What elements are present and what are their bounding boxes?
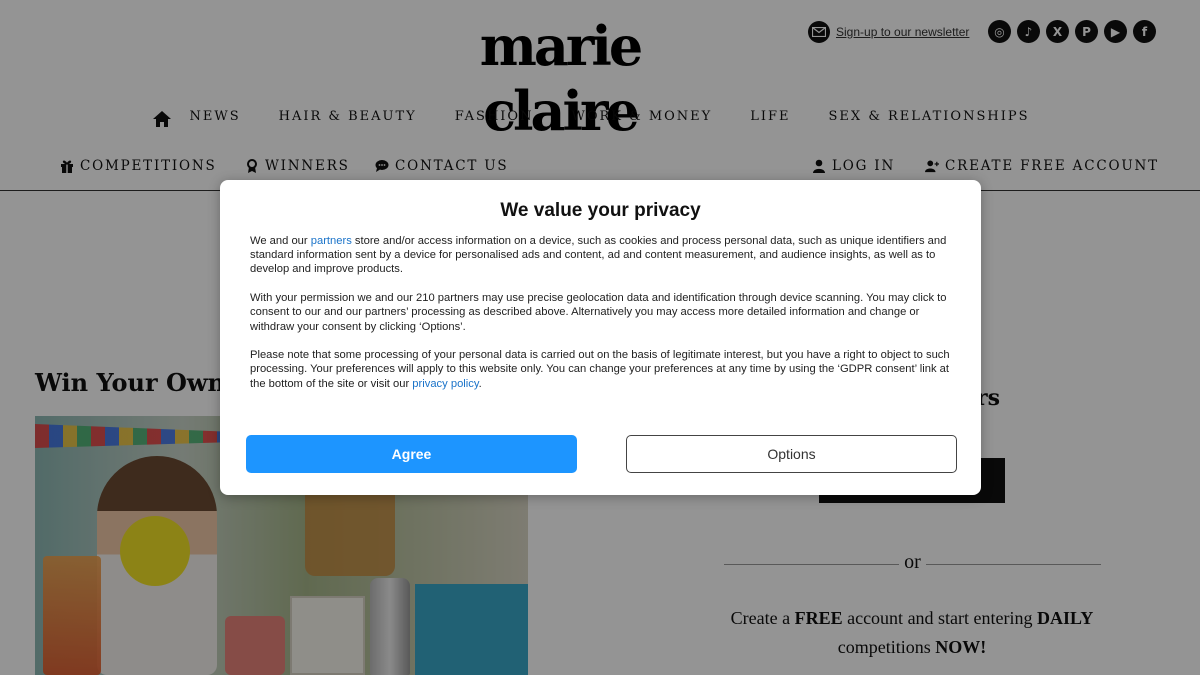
consent-paragraph-2: With your permission we and our 210 part… [250, 292, 947, 333]
dialog-body: We and our partners store and/or access … [250, 234, 955, 405]
partners-link[interactable]: partners [311, 235, 352, 247]
privacy-policy-link[interactable]: privacy policy [412, 378, 478, 390]
p1-text-start: We and our [250, 235, 311, 247]
consent-paragraph-3: Please note that some processing of your… [250, 348, 955, 391]
options-button[interactable]: Options [626, 435, 957, 473]
dialog-title: We value your privacy [500, 200, 701, 221]
p3-text-end: . [478, 377, 482, 390]
p3-text-start: Please note that some processing of your… [250, 349, 950, 390]
privacy-consent-dialog: We value your privacy We and our partner… [220, 180, 981, 495]
p1-text-end: store and/or access information on a dev… [250, 235, 947, 276]
agree-button[interactable]: Agree [246, 435, 577, 473]
consent-paragraph-1: We and our partners store and/or access … [250, 234, 955, 277]
